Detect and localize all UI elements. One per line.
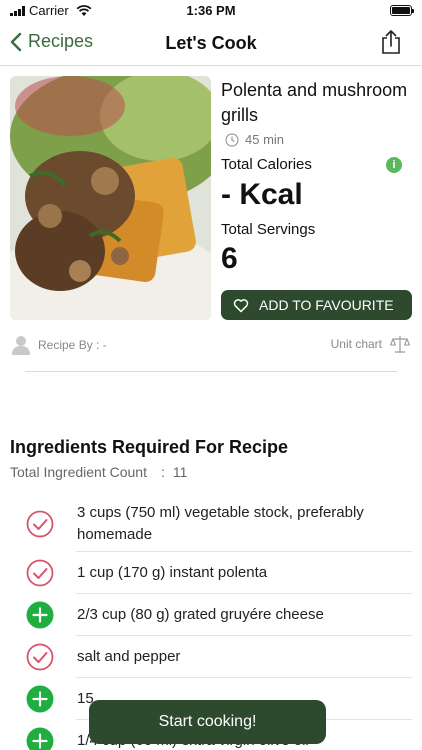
heart-icon [233, 298, 249, 312]
person-icon [12, 336, 30, 355]
scale-icon [390, 336, 410, 353]
ingredients-heading: Ingredients Required For Recipe [10, 437, 289, 457]
share-icon [382, 30, 400, 54]
check-circle-icon[interactable] [26, 643, 54, 671]
navigation-bar: Recipes Let's Cook [0, 22, 422, 66]
page-title: Let's Cook [165, 33, 257, 53]
calories-label: Total Calories [221, 156, 312, 173]
info-icon[interactable]: i [386, 157, 402, 173]
favourite-label: ADD TO FAVOURITE [259, 297, 394, 313]
check-circle-icon[interactable] [26, 559, 54, 587]
servings-label: Total Servings [221, 221, 316, 238]
recipe-by: Recipe By : - [12, 335, 107, 355]
servings-value: 6 [221, 242, 238, 275]
ingredient-count: Total Ingredient Count:11 [10, 464, 187, 480]
ingredient-row[interactable]: 1 cup (170 g) instant polenta [0, 552, 422, 594]
calories-value: - Kcal [221, 178, 303, 211]
ingredient-count-label: Total Ingredient Count [10, 464, 147, 480]
battery-icon [390, 5, 414, 16]
start-cooking-button[interactable]: Start cooking! [89, 700, 326, 744]
ingredient-count-separator: : [160, 464, 165, 480]
divider [25, 371, 397, 372]
recipe-by-label: Recipe By : - [38, 338, 107, 352]
check-circle-icon[interactable] [26, 510, 54, 538]
add-to-favourite-button[interactable]: ADD TO FAVOURITE [221, 290, 412, 320]
plus-circle-icon[interactable] [26, 685, 54, 713]
share-button[interactable] [380, 29, 402, 60]
recipe-name: Polenta and mushroom grills [221, 80, 408, 125]
ingredient-count-value: 11 [172, 464, 188, 480]
ingredient-text: salt and pepper [77, 648, 181, 665]
ingredient-text: 1 cup (170 g) instant polenta [77, 564, 268, 581]
ingredient-text: 2/3 cup (80 g) grated gruyére cheese [77, 606, 324, 623]
plus-circle-icon[interactable] [26, 601, 54, 629]
plus-circle-icon[interactable] [26, 727, 54, 750]
unit-chart-button[interactable]: Unit chart [331, 335, 410, 353]
status-bar: Carrier 1:36 PM [0, 0, 422, 22]
status-time: 1:36 PM [186, 3, 236, 18]
ingredient-text: 3 cups (750 ml) vegetable stock, prefera… [77, 504, 364, 543]
recipe-image [10, 76, 211, 320]
clock-icon [225, 132, 239, 147]
unit-chart-label: Unit chart [330, 337, 382, 351]
ingredient-row[interactable]: 3 cups (750 ml) vegetable stock, prefera… [0, 496, 422, 552]
cook-time-label: 45 min [245, 132, 285, 147]
ingredient-row[interactable]: salt and pepper [0, 636, 422, 678]
ingredient-row[interactable]: 2/3 cup (80 g) grated gruyére cheese [0, 594, 422, 636]
cook-time: 45 min [225, 132, 284, 147]
